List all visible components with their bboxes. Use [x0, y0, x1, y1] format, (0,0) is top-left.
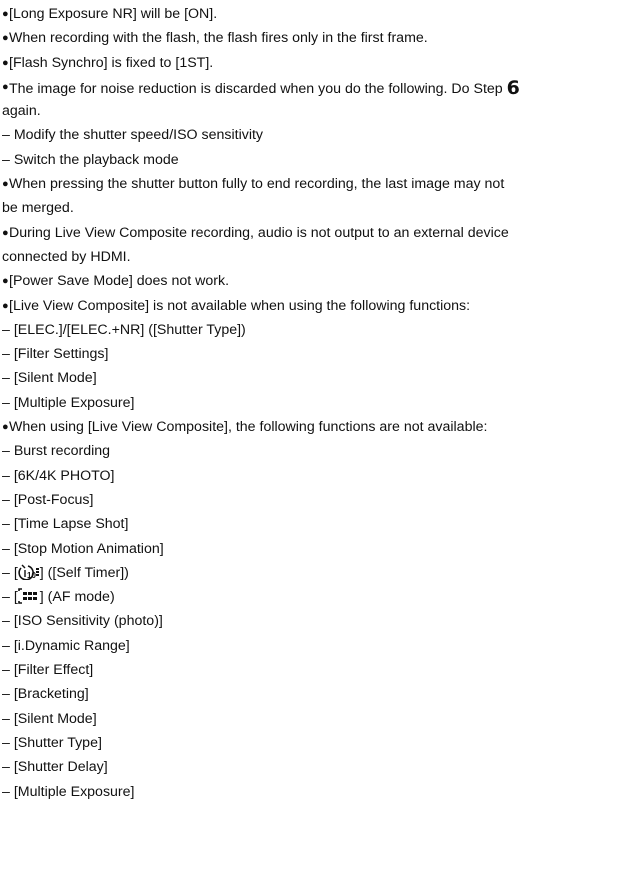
- bullet-mark: ●: [2, 178, 9, 191]
- sub-item-text: – [ISO Sensitivity (photo)]: [2, 613, 163, 630]
- sub-item: – [6K/4K PHOTO]: [0, 464, 630, 488]
- sub-item-text: – [Silent Mode]: [2, 370, 97, 387]
- continuation-text: connected by HDMI.: [2, 248, 131, 265]
- sub-item-text: – [Post-Focus]: [2, 491, 94, 508]
- step-number: 6: [506, 76, 520, 99]
- sub-item: – Modify the shutter speed/ISO sensitivi…: [0, 123, 630, 147]
- sub-item-text: – [Shutter Type]: [2, 734, 102, 751]
- sub-item-text: – [ ] (AF mode): [2, 585, 115, 609]
- sub-item: – [Silent Mode]: [0, 366, 630, 390]
- sub-item-text: – [Time Lapse Shot]: [2, 516, 129, 533]
- continuation-line: again.: [0, 99, 630, 123]
- sub-item-text: – Switch the playback mode: [2, 151, 179, 168]
- sub-item: – Switch the playback mode: [0, 148, 630, 172]
- sub-item-text: – Modify the shutter speed/ISO sensitivi…: [2, 127, 264, 144]
- sub-item: – Burst recording: [0, 439, 630, 463]
- bullet-mark: ●: [2, 8, 9, 20]
- sub-item-text: – [Bracketing]: [2, 686, 89, 703]
- sub-item-text: – [Filter Effect]: [2, 662, 94, 679]
- sub-item-text: – [Multiple Exposure]: [2, 394, 135, 411]
- bullet-text: [Live View Composite] is not available w…: [9, 297, 471, 314]
- bullet-text: [Flash Synchro] is fixed to [1ST].: [9, 54, 214, 71]
- sub-item-text: – [Multiple Exposure]: [2, 783, 135, 800]
- bullet-text: [Power Save Mode] does not work.: [9, 273, 230, 290]
- sub-item-text: – Burst recording: [2, 443, 111, 460]
- bullet-text: [Long Exposure NR] will be [ON].: [9, 6, 218, 22]
- sub-item: – [ELEC.]/[ELEC.+NR] ([Shutter Type]): [0, 318, 630, 342]
- continuation-line: be merged.: [0, 196, 630, 220]
- bullet-item: ● The image for noise reduction is disca…: [0, 75, 630, 99]
- bullet-item: ● During Live View Composite recording, …: [0, 221, 630, 245]
- sub-item-suffix: ] (AF mode): [39, 589, 115, 606]
- continuation-text: be merged.: [2, 200, 74, 217]
- sub-item: – [Stop Motion Animation]: [0, 537, 630, 561]
- bullet-mark: ●: [2, 80, 9, 93]
- sub-item: – [Filter Settings]: [0, 342, 630, 366]
- sub-item: – [Shutter Type]: [0, 731, 630, 755]
- sub-item: – [Multiple Exposure]: [0, 391, 630, 415]
- sub-item: – [Filter Effect]: [0, 658, 630, 682]
- sub-item: – [Time Lapse Shot]: [0, 512, 630, 536]
- document-page: ● [Long Exposure NR] will be [ON]. ● Whe…: [0, 0, 630, 804]
- bullet-mark: ●: [2, 299, 9, 312]
- sub-item-text: – [6K/4K PHOTO]: [2, 467, 115, 484]
- svg-text:10: 10: [27, 571, 36, 580]
- bullet-item: ● When recording with the flash, the fla…: [0, 26, 630, 50]
- bullet-item: ● [Power Save Mode] does not work.: [0, 269, 630, 293]
- bullet-text-main: The image for noise reduction is discard…: [9, 80, 507, 97]
- bullet-mark: ●: [2, 32, 9, 45]
- sub-item: – [Multiple Exposure]: [0, 780, 630, 804]
- bullet-text: During Live View Composite recording, au…: [9, 224, 509, 241]
- sub-item: – [ 10 ] ([Self Timer]): [0, 561, 630, 585]
- bullet-item: ● [Flash Synchro] is fixed to [1ST].: [0, 51, 630, 75]
- continuation-text: again.: [2, 103, 41, 120]
- bullet-text: When pressing the shutter button fully t…: [9, 176, 505, 193]
- sub-item-prefix: – [: [2, 589, 18, 606]
- sub-item: – [ ] (AF mode): [0, 585, 630, 609]
- sub-item-text: – [ELEC.]/[ELEC.+NR] ([Shutter Type]): [2, 321, 246, 338]
- bullet-mark: ●: [2, 56, 9, 69]
- bullet-item: ● [Live View Composite] is not available…: [0, 294, 630, 318]
- sub-item: – [i.Dynamic Range]: [0, 634, 630, 658]
- bullet-text: When recording with the flash, the flash…: [9, 30, 428, 47]
- sub-item-text: – [Filter Settings]: [2, 346, 109, 363]
- sub-item-prefix: – [: [2, 564, 18, 581]
- sub-item: – [Shutter Delay]: [0, 755, 630, 779]
- sub-item-text: – [Stop Motion Animation]: [2, 540, 164, 557]
- bullet-text: When using [Live View Composite], the fo…: [9, 419, 488, 436]
- bullet-mark: ●: [2, 275, 9, 288]
- sub-item: – [Silent Mode]: [0, 707, 630, 731]
- bullet-mark: ●: [2, 421, 9, 434]
- bullet-mark: ●: [2, 226, 9, 239]
- sub-item-text: – [ 10 ] ([Self Timer]): [2, 561, 129, 585]
- sub-item-text: – [Shutter Delay]: [2, 759, 108, 776]
- bullet-item: ● When using [Live View Composite], the …: [0, 415, 630, 439]
- sub-item: – [ISO Sensitivity (photo)]: [0, 609, 630, 633]
- bullet-item: ● When pressing the shutter button fully…: [0, 172, 630, 196]
- sub-item-suffix: ] ([Self Timer]): [39, 564, 129, 581]
- bullet-item: ● [Long Exposure NR] will be [ON].: [0, 2, 630, 26]
- af-mode-icon: [17, 588, 40, 605]
- sub-item-text: – [i.Dynamic Range]: [2, 637, 130, 654]
- bullet-text: The image for noise reduction is discard…: [9, 75, 520, 101]
- self-timer-icon: 10: [18, 564, 40, 581]
- sub-item-text: – [Silent Mode]: [2, 710, 97, 727]
- continuation-line: connected by HDMI.: [0, 245, 630, 269]
- sub-item: – [Bracketing]: [0, 682, 630, 706]
- sub-item: – [Post-Focus]: [0, 488, 630, 512]
